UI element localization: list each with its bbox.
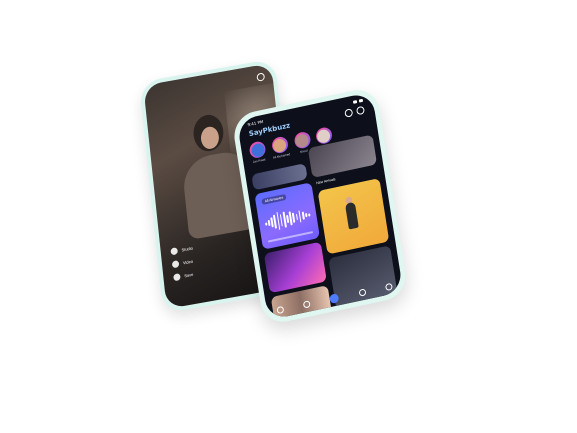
bell-icon[interactable] xyxy=(355,105,366,116)
story-item[interactable]: Jan Kwak xyxy=(248,140,267,164)
search-icon[interactable] xyxy=(344,108,354,118)
studio-icon xyxy=(170,247,179,256)
audio-label: All Airwaves xyxy=(261,193,287,205)
bookmark-icon xyxy=(173,273,181,282)
waveform-bar xyxy=(292,212,296,223)
phone-mockup-scene: Studio Video Save 9:41 PM SayPkbuzz Jan … xyxy=(0,0,577,433)
profile-icon[interactable] xyxy=(384,282,393,292)
audio-progress-bar[interactable] xyxy=(267,231,314,243)
action-label: Studio xyxy=(181,245,194,253)
story-avatar xyxy=(292,130,312,150)
search-icon[interactable] xyxy=(303,300,312,309)
audio-waveform xyxy=(264,205,312,232)
chat-icon[interactable] xyxy=(358,288,367,297)
waveform-bar xyxy=(305,212,308,218)
waveform-bar xyxy=(264,221,268,226)
front-phone-frame: 9:41 PM SayPkbuzz Jan Kwak Ali Mohamed N… xyxy=(231,85,409,327)
waveform-bar xyxy=(308,212,311,217)
more-icon[interactable] xyxy=(256,72,266,82)
audio-tile[interactable]: All Airwaves xyxy=(254,182,320,250)
video-icon xyxy=(171,260,180,269)
action-studio[interactable]: Studio xyxy=(170,245,193,256)
content-tile[interactable] xyxy=(263,241,327,294)
header-icons xyxy=(344,105,366,118)
action-video[interactable]: Video xyxy=(171,257,195,269)
story-item[interactable]: Ali Mohamed xyxy=(270,135,291,160)
home-icon[interactable] xyxy=(276,305,285,315)
waveform-bar xyxy=(295,213,299,221)
content-tile[interactable] xyxy=(317,178,390,255)
action-label: Video xyxy=(182,258,194,266)
create-icon[interactable] xyxy=(329,293,340,304)
story-name: Jan Kwak xyxy=(252,157,266,164)
content-grid: All Airwaves New Arrivals xyxy=(251,134,399,321)
front-phone-screen: 9:41 PM SayPkbuzz Jan Kwak Ali Mohamed N… xyxy=(236,91,404,321)
story-name: Ali Mohamed xyxy=(272,152,291,160)
section-label: New Arrivals xyxy=(316,177,336,186)
action-label: Save xyxy=(184,271,194,279)
action-save[interactable]: Save xyxy=(173,270,196,282)
waveform-bar xyxy=(267,219,271,227)
story-name: Nsoul xyxy=(299,148,308,154)
figure-body xyxy=(345,201,359,230)
back-phone-top-icons xyxy=(256,72,266,82)
back-phone-action-list: Studio Video Save xyxy=(170,245,195,282)
